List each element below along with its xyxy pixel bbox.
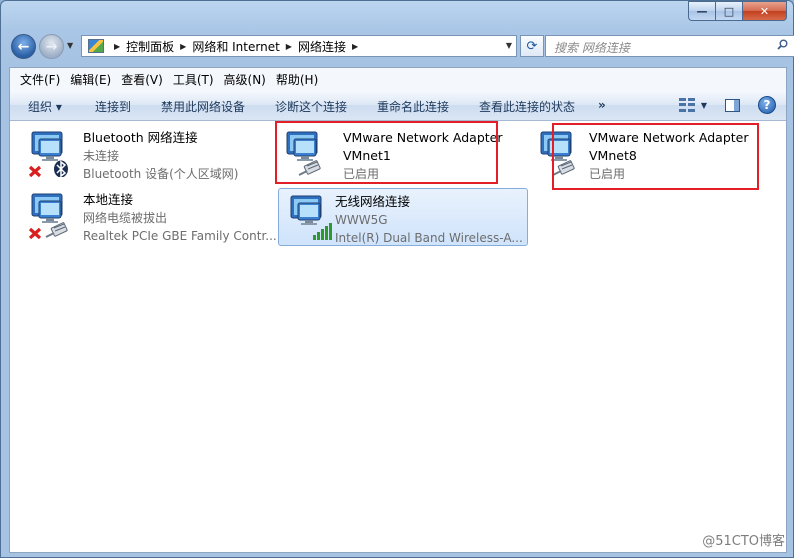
connection-name: VMware Network Adapter (343, 130, 503, 145)
rename-button[interactable]: 重命名此连接 (377, 98, 449, 115)
maximize-button[interactable]: □ (715, 1, 742, 21)
tile-text: 本地连接 网络电缆被拔出 Realtek PCIe GBE Family Con… (83, 191, 277, 245)
address-bar[interactable]: ▶ 控制面板 ▶ 网络和 Internet ▶ 网络连接 ▶ ▼ (81, 35, 517, 57)
tile-text: Bluetooth 网络连接 未连接 Bluetooth 设备(个人区域网) (83, 129, 238, 183)
connection-status: VMnet1 (343, 148, 391, 163)
connection-status: 未连接 (83, 149, 120, 163)
chevron-right-icon[interactable]: ▶ (352, 42, 358, 51)
menu-file[interactable]: 文件(F) (10, 71, 65, 88)
breadcrumb-control-panel[interactable]: 控制面板 (126, 38, 174, 55)
refresh-icon: ⟳ (526, 38, 538, 54)
connection-tile-vmnet1[interactable]: VMware Network Adapter VMnet1 已启用 (275, 125, 525, 183)
connection-tile-vmnet8[interactable]: VMware Network Adapter VMnet8 已启用 (529, 125, 779, 183)
preview-pane-icon[interactable] (725, 98, 740, 112)
network-monitor-icon (290, 195, 332, 240)
change-view-icon[interactable] (678, 98, 695, 112)
menu-tools[interactable]: 工具(T) (168, 71, 219, 88)
toolbar-right-icons: ▼ ? (678, 96, 776, 114)
address-dropdown-icon[interactable]: ▼ (506, 41, 512, 50)
caption-buttons: — □ ✕ (688, 1, 787, 21)
main-pane: 文件(F) 编辑(E) 查看(V) 工具(T) 高级(N) 帮助(H) 组织 ▾… (9, 67, 787, 553)
bluetooth-icon (54, 160, 68, 177)
search-input[interactable]: 搜索 网络连接 (554, 39, 630, 56)
forward-button[interactable]: → (39, 34, 64, 59)
connection-status: VMnet8 (589, 148, 637, 163)
diagnose-button[interactable]: 诊断这个连接 (275, 98, 347, 115)
breadcrumb-network-connections[interactable]: 网络连接 (298, 38, 346, 55)
menu-help[interactable]: 帮助(H) (271, 71, 323, 88)
tile-text: 无线网络连接 WWW5G Intel(R) Dual Band Wireless… (335, 193, 523, 247)
menu-edit[interactable]: 编辑(E) (65, 71, 116, 88)
close-button[interactable]: ✕ (742, 1, 787, 21)
connection-name: 本地连接 (83, 192, 134, 207)
connect-to-button[interactable]: 连接到 (95, 98, 131, 115)
connection-device: 已启用 (343, 167, 380, 181)
connection-device: 已启用 (589, 167, 626, 181)
chevron-right-icon[interactable]: ▶ (114, 42, 120, 51)
connection-device: Bluetooth 设备(个人区域网) (83, 167, 239, 181)
command-bar: 组织 ▾ 连接到 禁用此网络设备 诊断这个连接 重命名此连接 查看此连接的状态 … (10, 90, 786, 121)
search-box[interactable]: 搜索 网络连接 (545, 35, 794, 57)
ethernet-cable-icon (45, 222, 68, 238)
refresh-button[interactable]: ⟳ (520, 35, 544, 57)
navigation-bar: ← → ▼ ▶ 控制面板 ▶ 网络和 Internet ▶ 网络连接 ▶ ▼ ⟳… (9, 33, 794, 61)
menu-advanced[interactable]: 高级(N) (219, 71, 271, 88)
network-monitor-icon (28, 193, 68, 239)
more-commands-button[interactable]: » (598, 98, 606, 112)
tile-text: VMware Network Adapter VMnet8 已启用 (589, 129, 749, 183)
connection-status: 网络电缆被拔出 (83, 211, 168, 225)
connection-device: Intel(R) Dual Band Wireless-A... (335, 231, 523, 245)
connection-tile-wireless[interactable]: 无线网络连接 WWW5G Intel(R) Dual Band Wireless… (278, 188, 528, 246)
connection-tile-bluetooth[interactable]: Bluetooth 网络连接 未连接 Bluetooth 设备(个人区域网) (20, 125, 270, 183)
tile-text: VMware Network Adapter VMnet1 已启用 (343, 129, 503, 183)
menu-view[interactable]: 查看(V) (116, 71, 168, 88)
help-icon[interactable]: ? (758, 96, 776, 114)
connection-name: Bluetooth 网络连接 (83, 130, 198, 145)
error-x-icon (28, 165, 42, 177)
error-x-icon (28, 227, 42, 239)
connections-list: Bluetooth 网络连接 未连接 Bluetooth 设备(个人区域网) V… (10, 121, 786, 552)
network-monitor-icon (28, 131, 68, 177)
search-icon[interactable] (777, 39, 788, 50)
network-monitor-icon (540, 131, 575, 176)
connection-tile-local[interactable]: 本地连接 网络电缆被拔出 Realtek PCIe GBE Family Con… (20, 187, 277, 245)
network-monitor-icon (286, 131, 321, 176)
chevron-right-icon[interactable]: ▶ (180, 42, 186, 51)
back-button[interactable]: ← (11, 34, 36, 59)
connection-name: 无线网络连接 (335, 194, 411, 209)
connection-name: VMware Network Adapter (589, 130, 749, 145)
explorer-window: — □ ✕ ← → ▼ ▶ 控制面板 ▶ 网络和 Internet ▶ 网络连接… (0, 0, 794, 558)
minimize-button[interactable]: — (688, 1, 715, 21)
view-options-dropdown-icon[interactable]: ▼ (701, 101, 707, 110)
disable-device-button[interactable]: 禁用此网络设备 (161, 98, 245, 115)
ethernet-cable-icon (552, 160, 575, 176)
organize-button[interactable]: 组织 ▾ (28, 98, 62, 115)
control-panel-icon (88, 39, 104, 53)
connection-device: Realtek PCIe GBE Family Contr... (83, 229, 277, 243)
chevron-right-icon[interactable]: ▶ (286, 42, 292, 51)
signal-strength-icon (313, 223, 332, 240)
connection-status: WWW5G (335, 213, 388, 227)
ethernet-cable-icon (298, 160, 321, 176)
view-status-button[interactable]: 查看此连接的状态 (479, 98, 575, 115)
menu-bar: 文件(F) 编辑(E) 查看(V) 工具(T) 高级(N) 帮助(H) (10, 68, 786, 91)
breadcrumb-network-internet[interactable]: 网络和 Internet (192, 38, 279, 55)
watermark: @51CTO博客 (702, 534, 785, 549)
recent-pages-dropdown-icon[interactable]: ▼ (67, 41, 73, 50)
